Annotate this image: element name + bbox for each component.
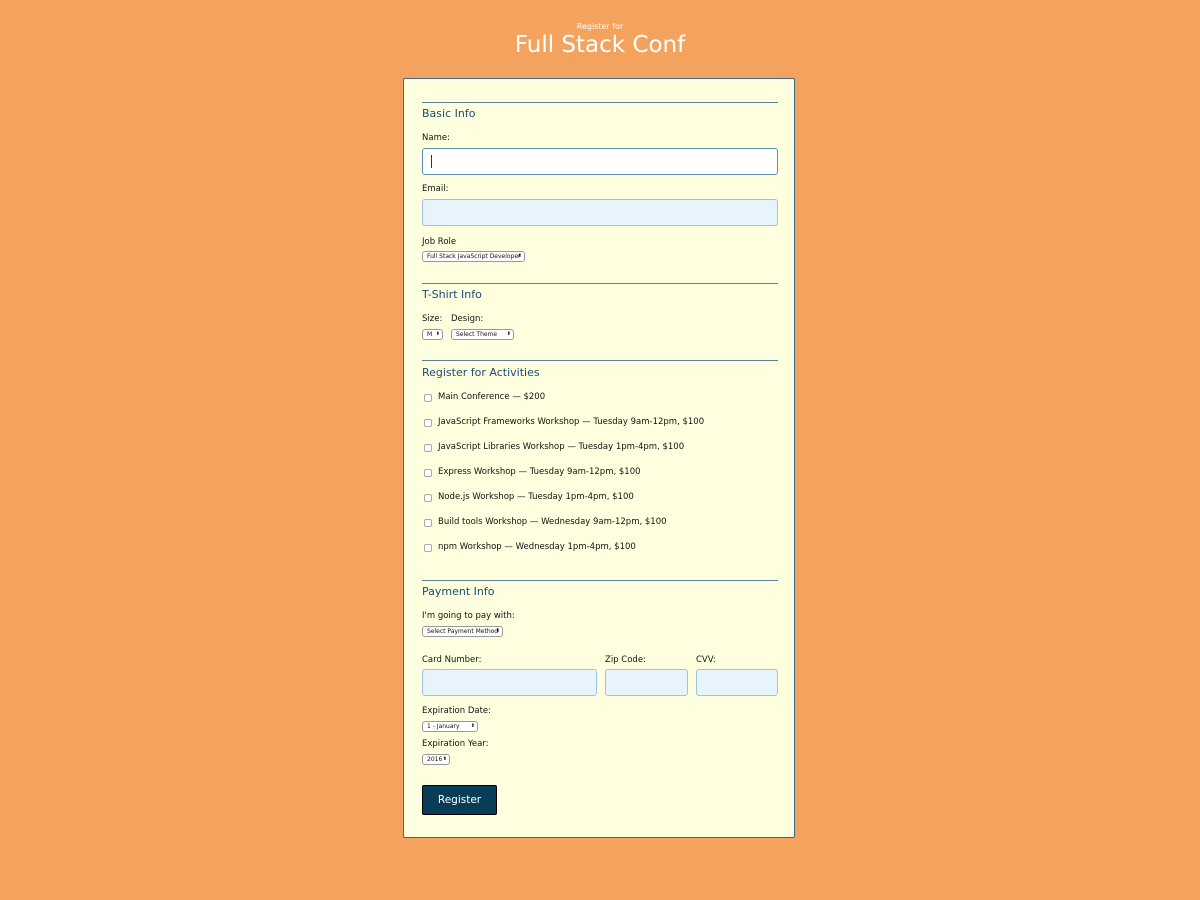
select-arrows-icon: ⬍ [517,253,522,259]
expiration-year-select[interactable]: 2016 ⬍ [422,754,450,765]
payment-info-title: Payment Info [422,585,495,598]
activity-label: JavaScript Libraries Workshop — Tuesday … [438,442,685,452]
text-caret [431,155,432,168]
page-header: Register for Full Stack Conf [0,22,1200,58]
select-arrows-icon: ⬍ [506,331,511,337]
activity-label: Build tools Workshop — Wednesday 9am-12p… [438,517,667,527]
activity-label: Main Conference — $200 [438,392,546,402]
zip-code-label: Zip Code: [605,655,646,665]
expiration-month-select[interactable]: 1 - January ⬍ [422,721,478,732]
design-label: Design: [451,314,484,324]
register-button[interactable]: Register [422,785,497,815]
select-arrows-icon: ⬍ [495,628,500,634]
activity-label: Express Workshop — Tuesday 9am-12pm, $10… [438,467,641,477]
activity-checkbox[interactable] [424,519,432,527]
expiration-month-selected: 1 - January [427,723,460,730]
card-number-label: Card Number: [422,655,482,665]
payment-method-select[interactable]: Select Payment Method ⬍ [422,626,503,637]
payment-method-selected: Select Payment Method [427,628,499,635]
page-title: Full Stack Conf [514,32,686,58]
activity-checkbox[interactable] [424,494,432,502]
activity-checkbox[interactable] [424,419,432,427]
select-arrows-icon: ⬍ [470,723,475,729]
select-arrows-icon: ⬍ [435,331,440,337]
activity-checkbox[interactable] [424,544,432,552]
design-select[interactable]: Select Theme ⬍ [451,329,514,340]
header-pretitle: Register for [576,22,624,31]
section-divider [422,360,778,361]
basic-info-title: Basic Info [422,107,476,120]
design-selected: Select Theme [456,331,498,338]
activity-label: npm Workshop — Wednesday 1pm-4pm, $100 [438,542,636,552]
expiration-year-selected: 2016 [427,756,443,763]
job-role-selected: Full Stack JavaScript Developer [427,253,521,260]
activity-label: Node.js Workshop — Tuesday 1pm-4pm, $100 [438,492,634,502]
size-select[interactable]: M ⬍ [422,329,443,340]
job-role-select[interactable]: Full Stack JavaScript Developer ⬍ [422,251,525,262]
email-input[interactable] [422,199,778,226]
section-divider [422,283,778,284]
email-label: Email: [422,184,449,194]
activities-title: Register for Activities [422,366,540,379]
section-divider [422,580,778,581]
select-arrows-icon: ⬍ [442,756,447,762]
activity-label: JavaScript Frameworks Workshop — Tuesday… [438,417,705,427]
zip-code-input[interactable] [605,669,688,696]
expiration-date-label: Expiration Date: [422,706,492,716]
cvv-label: CVV: [696,655,716,665]
activity-checkbox[interactable] [424,394,432,402]
pay-with-label: I'm going to pay with: [422,611,515,621]
registration-form: Basic Info Name: Email: Job Role Full St… [403,78,795,838]
expiration-year-label: Expiration Year: [422,739,489,749]
job-role-label: Job Role [422,237,457,247]
name-label: Name: [422,133,450,143]
cvv-input[interactable] [696,669,778,696]
card-number-input[interactable] [422,669,597,696]
activity-checkbox[interactable] [424,469,432,477]
section-divider [422,102,778,103]
tshirt-info-title: T-Shirt Info [422,288,482,301]
size-selected: M [427,331,433,338]
name-input[interactable] [422,148,778,175]
size-label: Size: [422,314,443,324]
activity-checkbox[interactable] [424,444,432,452]
